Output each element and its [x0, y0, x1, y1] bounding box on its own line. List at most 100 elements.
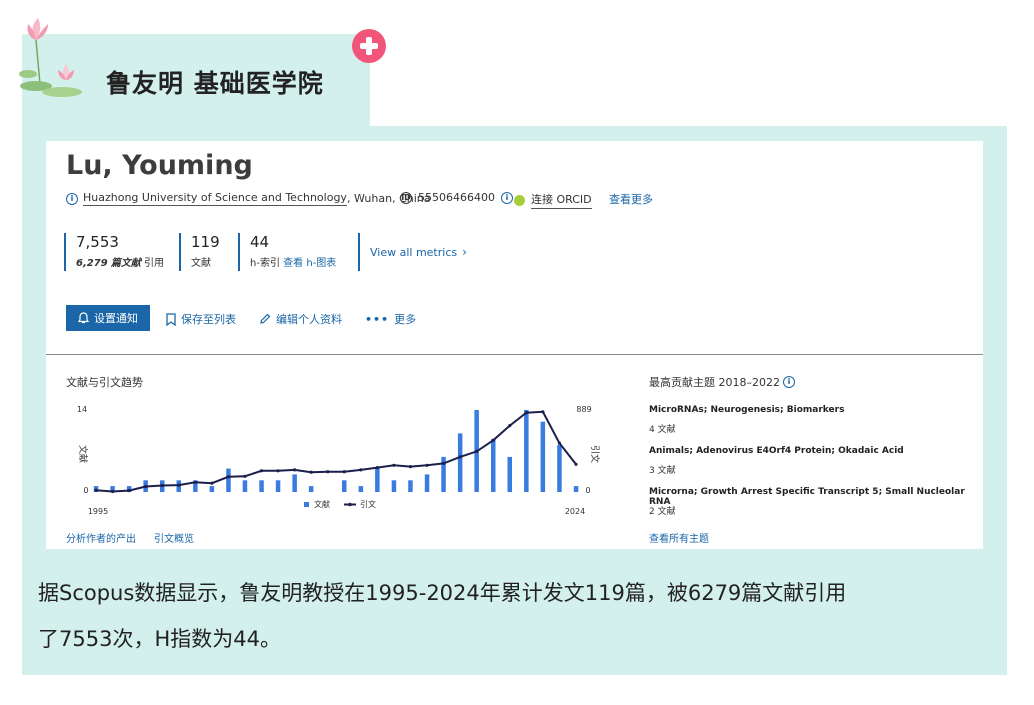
- citation-overview-link[interactable]: 引文概览: [154, 530, 194, 545]
- documents-value: 119: [191, 233, 220, 251]
- chart-point: [359, 468, 363, 472]
- orcid-row[interactable]: 连接 ORCID: [514, 191, 592, 209]
- chart-bar: [375, 468, 380, 492]
- caption-line-1: 据Scopus数据显示，鲁友明教授在1995-2024年累计发文119篇，被62…: [38, 581, 847, 605]
- chart-bar: [242, 480, 248, 492]
- affiliation-row: i Huazhong University of Science and Tec…: [66, 191, 431, 206]
- chart-bar: [507, 456, 512, 492]
- chart-point: [144, 484, 148, 489]
- set-alert-button[interactable]: 设置通知: [66, 305, 150, 331]
- topic-name[interactable]: Animals; Adenovirus E4Orf4 Protein; Okad…: [649, 446, 904, 456]
- chart-point: [392, 463, 396, 467]
- chart-point: [326, 470, 330, 474]
- chart-bar: [259, 480, 264, 492]
- documents-label: 文献: [191, 258, 211, 269]
- info-icon[interactable]: i: [66, 192, 78, 205]
- chart-point: [276, 469, 280, 473]
- chart-point: [226, 475, 230, 479]
- scopus-author-card: Lu, Youming i Huazhong University of Sci…: [46, 141, 983, 549]
- chart-point: [309, 470, 313, 474]
- legend-line-dot: [348, 502, 352, 507]
- legend-bar-swatch: [304, 502, 309, 507]
- chart-point: [243, 474, 247, 478]
- citations-value: 7,553: [76, 233, 119, 251]
- caption-line-2: 了7553次，H指数为44。: [38, 627, 281, 651]
- topics-title-text: 最高贡献主题 2018–2022: [649, 376, 780, 389]
- info-icon[interactable]: i: [500, 191, 513, 204]
- chart-point: [408, 465, 413, 469]
- chart-point: [111, 489, 115, 494]
- scopus-id: 55506466400: [418, 191, 495, 204]
- y2-tick-label-max: 889: [576, 405, 591, 414]
- chart-bar: [491, 439, 496, 492]
- view-all-metrics-link[interactable]: View all metrics: [370, 246, 457, 259]
- y-tick-label-max: 14: [77, 405, 87, 414]
- lotus-icon: [19, 18, 82, 97]
- connect-orcid-link[interactable]: 连接 ORCID: [531, 191, 592, 209]
- chart-point: [475, 449, 479, 453]
- more-button[interactable]: ••• 更多: [365, 311, 416, 327]
- citations-sub: 6,279 篇文献 引用: [76, 258, 165, 269]
- set-alert-label: 设置通知: [94, 312, 138, 325]
- scopus-id-row: ID 55506466400 i: [400, 191, 513, 204]
- chart-point: [210, 481, 214, 485]
- view-more-link[interactable]: 查看更多: [609, 191, 653, 207]
- pencil-icon: [260, 313, 271, 324]
- topic-count: 3 文献: [649, 466, 676, 476]
- chart-point: [541, 410, 545, 414]
- trend-chart: 14 0 889 0 文献 引文 1995 2024 文献 引文: [77, 405, 601, 516]
- affiliation-link[interactable]: Huazhong University of Science and Techn…: [83, 191, 347, 206]
- info-icon[interactable]: i: [783, 376, 795, 388]
- metric-citations: 7,553 6,279 篇文献 引用: [64, 233, 166, 271]
- chart-point: [458, 455, 462, 459]
- y-axis-label: 文献: [77, 445, 89, 463]
- chart-bar: [358, 486, 364, 492]
- save-to-list-button[interactable]: 保存至列表: [166, 311, 236, 327]
- edit-profile-label: 编辑个人资料: [276, 313, 342, 326]
- topic-count: 4 文献: [649, 425, 676, 435]
- metric-h-index: 44 h-索引 查看 h-图表: [238, 233, 345, 271]
- topic-name[interactable]: MicroRNAs; Neurogenesis; Biomarkers: [649, 405, 844, 415]
- chart-point: [94, 488, 98, 492]
- h-view-link[interactable]: 查看: [283, 258, 303, 269]
- topics-title: 最高贡献主题 2018–2022 i: [649, 374, 795, 390]
- chart-bar: [292, 474, 297, 492]
- section-divider: [46, 354, 983, 355]
- save-to-list-label: 保存至列表: [181, 313, 236, 326]
- y-tick-label-min: 0: [83, 486, 88, 495]
- analyze-output-link[interactable]: 分析作者的产出: [66, 530, 136, 545]
- chart-bar: [424, 474, 430, 492]
- bookmark-icon: [166, 312, 176, 326]
- chart-point: [508, 424, 512, 428]
- chart-bar: [226, 468, 231, 492]
- topic-name[interactable]: Microrna; Growth Arrest Specific Transcr…: [649, 487, 983, 507]
- chart-bar: [408, 480, 413, 492]
- chart-point: [193, 480, 197, 484]
- citations-line: [95, 410, 577, 493]
- chart-point: [557, 441, 561, 445]
- trend-title: 文献与引文趋势: [66, 376, 143, 389]
- legend-line-label: 引文: [360, 499, 376, 509]
- chart-point: [259, 469, 264, 473]
- chart-bar: [573, 486, 579, 492]
- author-name: Lu, Youming: [66, 150, 253, 181]
- chart-point: [425, 463, 429, 467]
- view-all-metrics[interactable]: View all metrics ›: [358, 233, 480, 271]
- h-chart-link[interactable]: h-图表: [306, 258, 336, 269]
- legend-bar-label: 文献: [314, 499, 330, 509]
- ellipsis-icon: •••: [365, 312, 390, 326]
- chart-bar: [209, 486, 215, 492]
- chart-point: [491, 438, 495, 442]
- edit-profile-button[interactable]: 编辑个人资料: [259, 311, 342, 327]
- chart-bar: [457, 433, 463, 492]
- chart-point: [375, 466, 379, 470]
- chart-bar: [342, 480, 347, 492]
- chart-bar: [524, 410, 529, 492]
- chart-point: [127, 489, 131, 493]
- chart-bar: [275, 480, 281, 492]
- topic-count: 2 文献: [649, 507, 676, 517]
- view-all-topics-link[interactable]: 查看所有主题: [649, 530, 709, 545]
- chart-point: [160, 483, 164, 488]
- add-badge-icon[interactable]: [352, 29, 386, 63]
- x-tick-label-last: 2024: [565, 507, 585, 516]
